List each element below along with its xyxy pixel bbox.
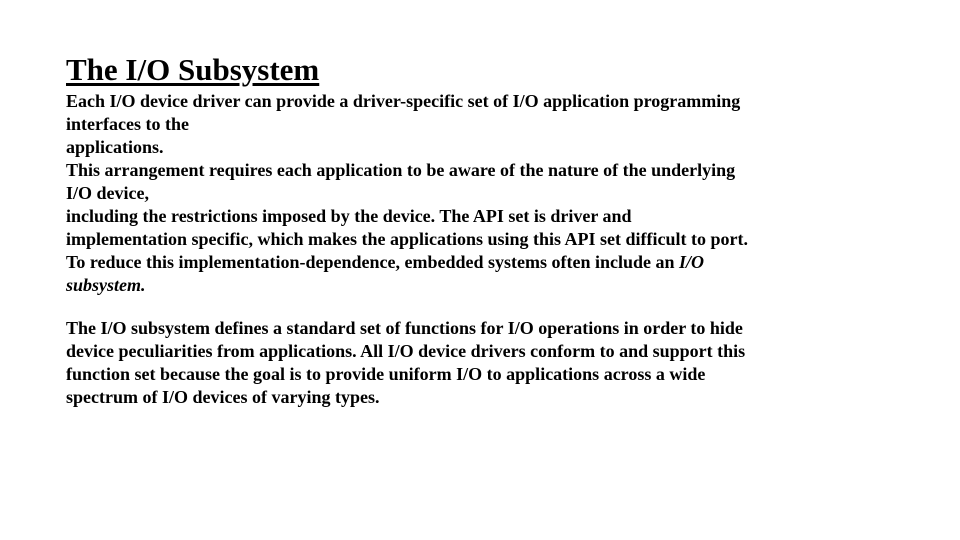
text-line: function set because the goal is to prov…	[66, 363, 894, 386]
text-line: applications.	[66, 136, 894, 159]
paragraph-2: The I/O subsystem defines a standard set…	[66, 317, 894, 409]
page-title: The I/O Subsystem	[66, 52, 894, 88]
text-run: To reduce this implementation-dependence…	[66, 252, 679, 272]
text-line: To reduce this implementation-dependence…	[66, 251, 894, 274]
document-page: The I/O Subsystem Each I/O device driver…	[0, 0, 960, 409]
text-line: The I/O subsystem defines a standard set…	[66, 317, 894, 340]
text-line: device peculiarities from applications. …	[66, 340, 894, 363]
text-line: Each I/O device driver can provide a dri…	[66, 90, 894, 113]
text-line: including the restrictions imposed by th…	[66, 205, 894, 228]
text-line: spectrum of I/O devices of varying types…	[66, 386, 894, 409]
text-line: I/O device,	[66, 182, 894, 205]
text-line: implementation specific, which makes the…	[66, 228, 894, 251]
text-italic: I/O	[679, 252, 704, 272]
text-line: interfaces to the	[66, 113, 894, 136]
text-italic: subsystem.	[66, 274, 894, 297]
paragraph-1: Each I/O device driver can provide a dri…	[66, 90, 894, 297]
text-line: This arrangement requires each applicati…	[66, 159, 894, 182]
